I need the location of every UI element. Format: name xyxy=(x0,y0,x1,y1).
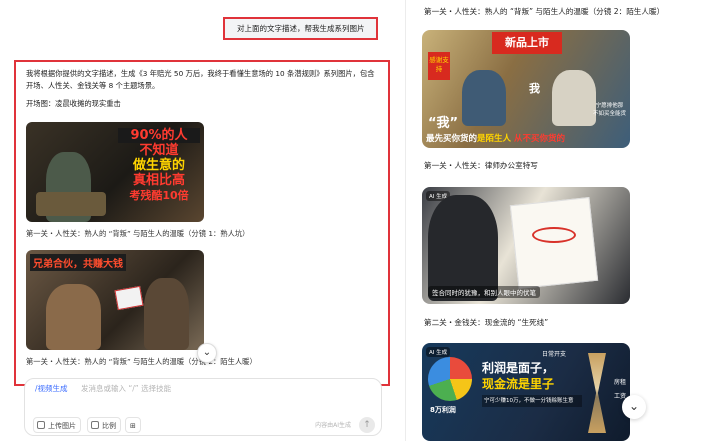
quote-label: “我” xyxy=(428,116,459,131)
grid-icon: ⊞ xyxy=(130,422,136,430)
preview-scroll-down-button[interactable]: ⌄ xyxy=(622,395,646,419)
more-options-button[interactable]: ⊞ xyxy=(125,417,141,433)
subtitle-bar: 最先买你货的是陌生人 从不买你货的 xyxy=(426,132,565,144)
subtitle-part: 是陌生人 xyxy=(477,134,512,144)
upload-image-button[interactable]: 上传图片 xyxy=(33,417,81,433)
chevron-down-icon: ⌄ xyxy=(202,347,212,358)
figure-shape xyxy=(552,70,596,126)
overlay-banner: 兄弟合伙，共赚大钱 xyxy=(30,254,126,271)
pane-divider xyxy=(405,0,406,441)
side-note: 宁愿排他那 不如买全能货 xyxy=(593,102,626,118)
generated-image-2[interactable]: 兄弟合伙，共赚大钱 xyxy=(26,250,204,350)
caption-bar: 签合同时的犹豫，和别人眼中的伏笔 xyxy=(428,286,540,298)
preview-title-2: 第一关・人性关：律师办公室特写 xyxy=(424,161,538,170)
pie-chart-graphic xyxy=(428,357,472,401)
ai-disclaimer: 内容由AI生成 xyxy=(315,422,351,429)
generated-image-1[interactable]: 90%的人 不知道 做生意的 真相比高 考残酷10倍 xyxy=(26,122,204,222)
chevron-down-icon: ⌄ xyxy=(628,399,640,413)
preview-title-3: 第二关・金钱关：现金流的 “生死线” xyxy=(424,318,549,327)
message-composer[interactable]: /视频生成 发消息或输入 “/” 选择技能 上传图片 比例 ⊞ 内容由AI生成 … xyxy=(24,378,382,436)
chat-pane: 对上面的文字描述，帮我生成系列图片 我将根据你提供的文字描述，生成《3 年赔光 … xyxy=(0,0,400,441)
answer-intro-text: 我将根据你提供的文字描述，生成《3 年赔光 50 万后，我终于看懂生意场的 10… xyxy=(26,69,375,90)
thanks-badge: 感谢支持 xyxy=(428,52,450,80)
preview-image-1[interactable]: 新品上市 感谢支持 我 “我” 宁愿排他那 不如买全能货 最先买你货的是陌生人从… xyxy=(422,30,630,148)
stall-shape xyxy=(36,192,106,216)
figure-shape xyxy=(462,70,506,126)
me-word: 我 xyxy=(529,82,540,95)
send-button[interactable]: ↑ xyxy=(359,417,375,433)
scroll-down-button[interactable]: ⌄ xyxy=(197,343,217,363)
skill-hint[interactable]: /视频生成 xyxy=(35,383,68,394)
preview-title-1: 第一关・人性关：熟人的 “背叛” 与陌生人的温暖（分镜 2：陌生人暖） xyxy=(424,7,665,16)
figure-shape xyxy=(46,284,101,350)
overlay-line: 做生意的 xyxy=(132,158,185,173)
image-icon xyxy=(37,421,45,429)
overlay-line: 90%的人 xyxy=(118,128,200,143)
composer-placeholder[interactable]: 发消息或输入 “/” 选择技能 xyxy=(81,383,171,394)
preview-image-2[interactable]: AI 生成 签合同时的犹豫，和别人眼中的伏笔 xyxy=(422,187,630,304)
aspect-ratio-button[interactable]: 比例 xyxy=(87,417,121,433)
subtitle-part: 从不买你货的 xyxy=(514,134,566,144)
headline-line-2: 现金流是里子 xyxy=(482,377,555,391)
user-message-bubble: 对上面的文字描述，帮我生成系列图片 xyxy=(223,17,378,40)
subtitle-part: 最先买你货的 xyxy=(426,134,478,144)
preview-image-3[interactable]: AI 生成 日常开支 8万利润 利润是面子， 现金流是里子 宁可少赚10万，不做… xyxy=(422,343,630,441)
figure-shape xyxy=(144,278,189,350)
overlay-line: 真相比高 xyxy=(132,173,185,188)
send-arrow-icon: ↑ xyxy=(363,420,371,430)
ai-generated-tag: AI 生成 xyxy=(426,347,451,357)
ratio-icon xyxy=(91,421,99,429)
image-1-caption: 第一关・人性关：熟人的 “背叛” 与陌生人的温暖（分镜 1：熟人坑） xyxy=(26,229,250,238)
hourglass-graphic xyxy=(588,353,606,433)
preview-pane: 第一关・人性关：熟人的 “背叛” 与陌生人的温暖（分镜 2：陌生人暖） 新品上市… xyxy=(410,0,720,441)
headline-line-1: 利润是面子， xyxy=(482,361,555,375)
contract-paper xyxy=(509,197,599,289)
pie-label: 8万利润 xyxy=(430,406,456,414)
upload-image-label: 上传图片 xyxy=(48,422,76,430)
scene-label: 开场图：凌晨收摊的现实重击 xyxy=(26,99,121,108)
aspect-ratio-label: 比例 xyxy=(102,422,116,430)
overlay-line: 不知道 xyxy=(139,143,179,158)
overlay-text-panel: 90%的人 不知道 做生意的 真相比高 考残酷10倍 xyxy=(118,128,200,216)
paper-sign xyxy=(114,285,144,311)
side-note-line: 不如买全能货 xyxy=(592,111,626,117)
app-window: 对上面的文字描述，帮我生成系列图片 我将根据你提供的文字描述，生成《3 年赔光 … xyxy=(0,0,720,441)
small-label: 日常开支 xyxy=(542,351,567,358)
shop-sign: 新品上市 xyxy=(492,32,562,54)
side-label: 房租 xyxy=(613,379,626,386)
side-note-line: 宁愿排他那 xyxy=(595,103,624,109)
note-text: 宁可少赚10万，不做一分钱赊账生意 xyxy=(482,395,582,407)
assistant-answer: 我将根据你提供的文字描述，生成《3 年赔光 50 万后，我终于看懂生意场的 10… xyxy=(14,60,390,386)
highlight-circle xyxy=(532,227,576,243)
overlay-line: 考残酷10倍 xyxy=(129,189,189,202)
